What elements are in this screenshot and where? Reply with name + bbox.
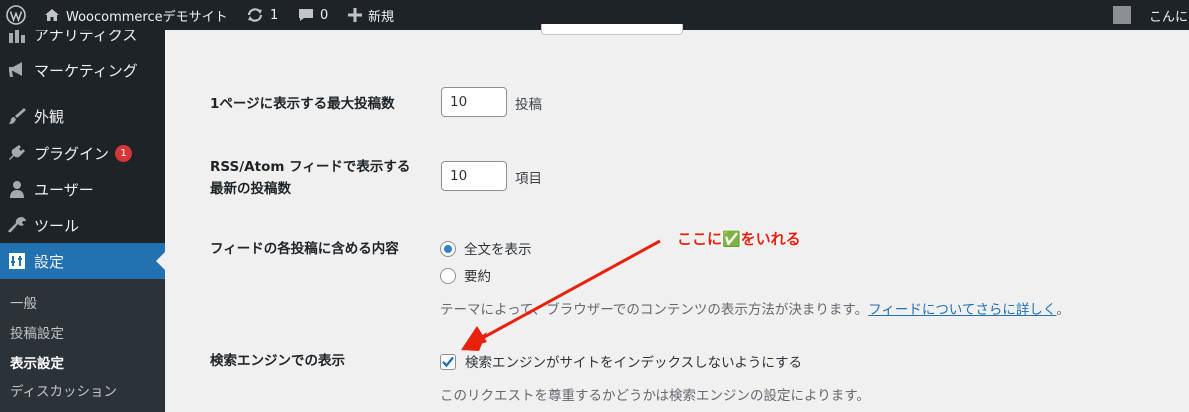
menu-item-users[interactable]: ユーザー (0, 171, 165, 207)
plus-icon (348, 8, 362, 22)
updates-link[interactable]: 1 (246, 0, 278, 30)
menu-item-tools[interactable]: ツール (0, 207, 165, 243)
submenu-item-reading[interactable]: 表示設定 (10, 352, 64, 372)
megaphone-icon (7, 61, 27, 79)
menu-item-plugins[interactable]: プラグイン 1 (0, 135, 165, 171)
home-icon (44, 8, 60, 22)
plugin-update-badge: 1 (115, 145, 132, 162)
menu-item-settings[interactable]: 設定 (0, 243, 165, 279)
admin-sidebar: アナリティクス マーケティング 外観 プラグイン 1 ユーザー ツール 設定 一… (0, 30, 165, 412)
avatar (1113, 6, 1131, 24)
user-icon (7, 180, 27, 198)
menu-label: ツール (34, 217, 80, 235)
settings-form: 1ページに表示する最大投稿数 投稿 RSS/Atom フィードで表示する 最新の… (165, 24, 1189, 412)
new-label: 新規 (368, 9, 395, 25)
greeting: こんに (1149, 9, 1189, 25)
menu-item-appearance[interactable]: 外観 (0, 98, 165, 134)
updates-icon (246, 7, 264, 23)
menu-label: マーケティング (34, 62, 138, 80)
menu-label: プラグイン (34, 145, 110, 163)
menu-item-analytics[interactable]: アナリティクス (0, 30, 165, 52)
annotation-arrow (461, 239, 661, 351)
comment-icon (298, 7, 314, 23)
plug-icon (7, 144, 27, 162)
updates-count: 1 (270, 7, 279, 23)
submenu-item-discussion[interactable]: ディスカッション (10, 380, 117, 400)
menu-label: ユーザー (34, 181, 94, 199)
submenu-item-general[interactable]: 一般 (10, 292, 37, 312)
comments-link[interactable]: 0 (298, 0, 328, 30)
menu-label: アナリティクス (34, 30, 138, 44)
menu-item-marketing[interactable]: マーケティング (0, 52, 165, 88)
menu-label: 設定 (34, 253, 65, 271)
account-link[interactable]: こんに (1113, 0, 1188, 30)
paintbrush-icon (7, 107, 27, 125)
settings-submenu: 一般 投稿設定 表示設定 ディスカッション (0, 279, 165, 412)
current-menu-arrow (156, 252, 165, 270)
new-content-link[interactable]: 新規 (348, 0, 394, 30)
submenu-item-writing[interactable]: 投稿設定 (10, 322, 64, 342)
wordpress-logo-icon[interactable] (6, 0, 26, 30)
bar-chart-icon (7, 30, 27, 43)
settings-icon (7, 252, 27, 270)
comments-count: 0 (320, 7, 329, 23)
site-name: Woocommerceデモサイト (66, 9, 228, 25)
menu-label: 外観 (34, 108, 65, 126)
site-name-link[interactable]: Woocommerceデモサイト (44, 0, 228, 30)
wrench-icon (7, 216, 27, 234)
